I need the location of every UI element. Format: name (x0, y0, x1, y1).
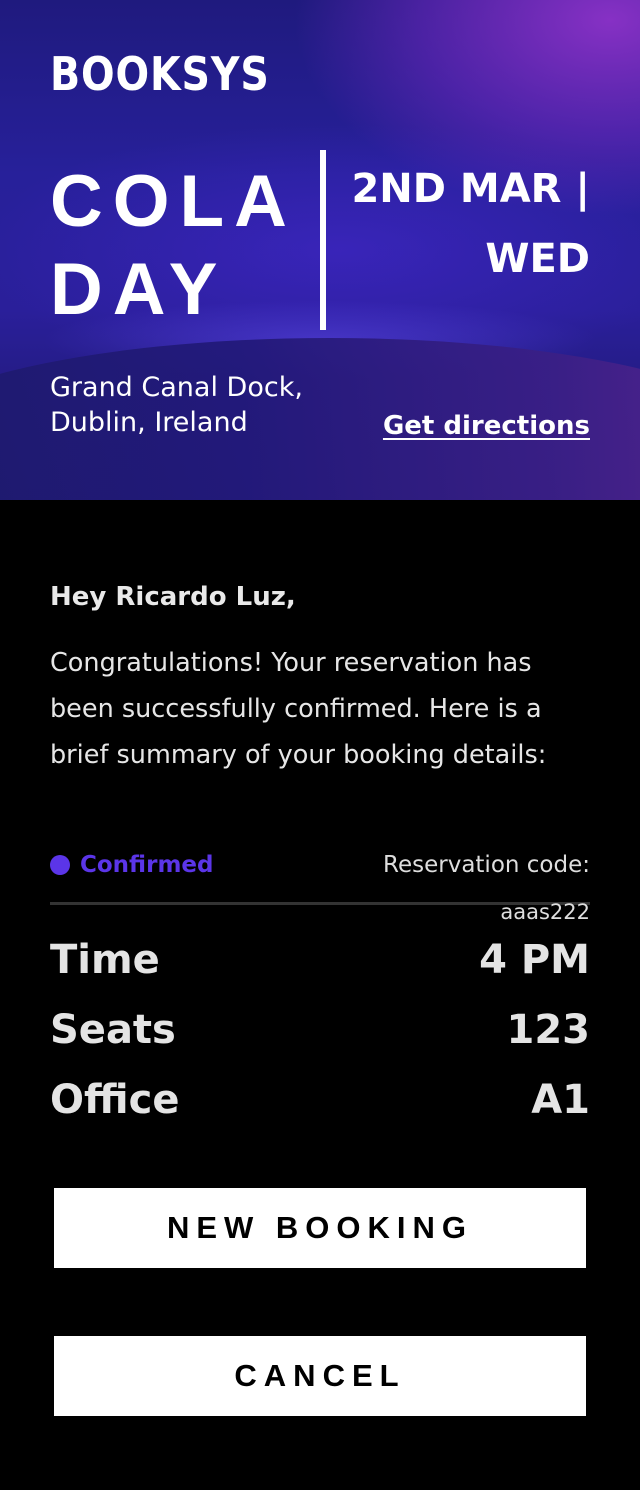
event-title: COLA DAY (50, 161, 295, 330)
detail-row-seats: Seats 123 (50, 1002, 590, 1058)
brand-logo: BOOKSYS (50, 47, 270, 101)
detail-value: 4 PM (479, 937, 590, 983)
reservation-code-label: Reservation code: (383, 852, 590, 878)
confirmation-message: Congratulations! Your reservation has be… (50, 648, 547, 770)
detail-label: Time (50, 937, 160, 983)
detail-row-time: Time 4 PM (50, 932, 590, 988)
detail-label: Office (50, 1077, 180, 1123)
event-hero: BOOKSYS COLA DAY 2ND MAR | WED Grand Can… (0, 0, 640, 500)
status-dot-icon (50, 855, 70, 875)
greeting: Hey Ricardo Luz, (50, 582, 296, 612)
event-date: 2ND MAR | WED (351, 166, 590, 282)
detail-label: Seats (50, 1007, 176, 1053)
get-directions-link[interactable]: Get directions (383, 406, 590, 446)
detail-value: A1 (531, 1077, 590, 1123)
detail-row-office: Office A1 (50, 1072, 590, 1128)
reservation-code: aaas222 (500, 900, 590, 924)
new-booking-button[interactable]: NEW BOOKING (54, 1188, 586, 1268)
status-badge: Confirmed (50, 848, 213, 882)
detail-value: 123 (506, 1007, 591, 1053)
status-label: Confirmed (80, 852, 214, 878)
event-address: Grand Canal Dock, Dublin, Ireland (50, 372, 303, 438)
cancel-button[interactable]: CANCEL (54, 1336, 586, 1416)
title-date-divider (320, 150, 326, 330)
